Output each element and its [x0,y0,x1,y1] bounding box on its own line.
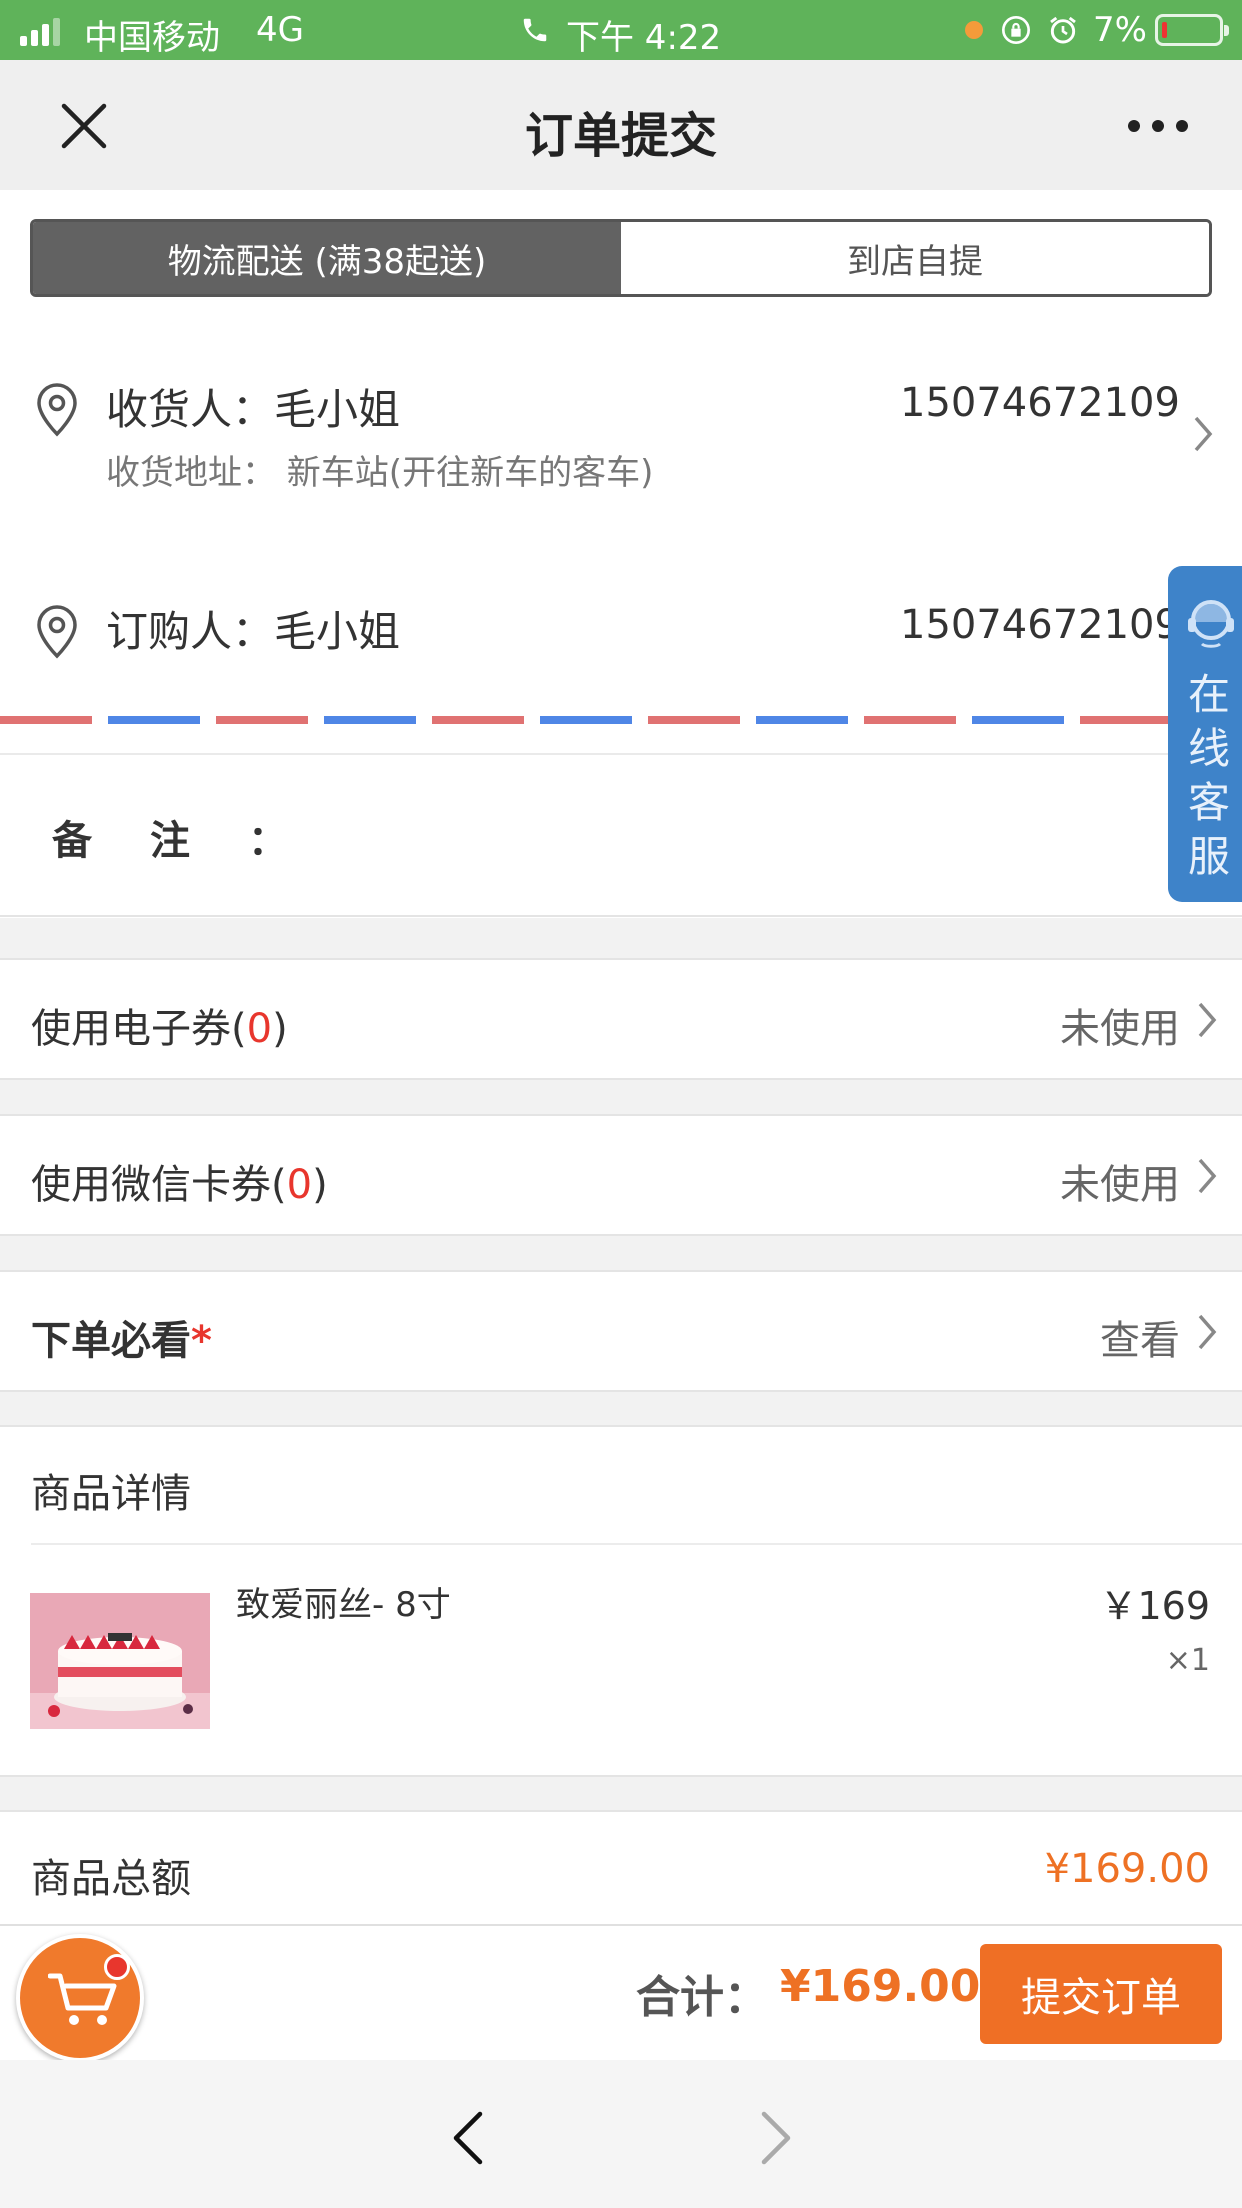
phone-call-icon [520,14,550,54]
cart-button[interactable] [16,1934,144,2062]
must-read-row[interactable]: 下单必看* 查看 [0,1270,1242,1392]
location-pin-icon [34,382,80,438]
battery-percent: 7% [1093,10,1147,50]
e-coupon-count: 0 [246,1006,273,1052]
cart-icon [48,1973,117,2025]
e-coupon-label: 使用电子券(0) [31,1006,288,1052]
subtotal-label: 商品总额 [31,1856,191,1902]
receiver-address[interactable]: 收货地址： 新车站(开往新车的客车) [106,445,653,494]
more-icon[interactable] [1128,120,1188,132]
divider [31,1543,1242,1545]
chevron-right-icon [1196,1000,1220,1040]
must-read-label: 下单必看* [31,1318,212,1364]
buyer-phone: 15074672109 [900,602,1180,648]
location-pin-icon [34,604,80,660]
rotation-lock-icon [1000,14,1032,55]
cart-badge [104,1954,130,1980]
status-bar: 中国移动 4G 下午 4:22 7% [0,0,1242,60]
product-quantity: ×1 [1165,1643,1210,1678]
page-title: 订单提交 [524,108,717,164]
network-type: 4G [256,10,304,50]
chevron-right-icon [1196,1312,1220,1352]
e-coupon-status: 未使用 [1060,1006,1180,1052]
required-mark: * [191,1318,212,1364]
wechat-card-row[interactable]: 使用微信卡券(0) 未使用 [0,1114,1242,1236]
delivery-method-toggle: 物流配送 (满38起送) 到店自提 [30,219,1212,297]
online-service-button[interactable]: 在线客服 [1168,566,1242,902]
product-thumbnail[interactable] [30,1593,210,1729]
envelope-border-divider [0,716,1242,724]
battery-icon [1155,14,1229,46]
product-price: ￥169 [1099,1584,1210,1628]
total-label: 合计： [636,1972,768,2023]
must-read-view-link: 查看 [1100,1318,1180,1364]
divider [0,915,1242,917]
clock-time: 下午 4:22 [566,18,722,58]
product-name[interactable]: 致爱丽丝- 8寸 [236,1577,451,1626]
subtotal-amount: ¥169.00 [1044,1846,1210,1892]
total-amount: ¥169.00 [780,1961,981,2012]
wechat-card-label: 使用微信卡券(0) [31,1162,328,1208]
alarm-icon [1047,14,1079,55]
online-service-label: 在线客服 [1187,670,1230,881]
carrier-name: 中国移动 [84,18,220,58]
product-details-heading: 商品详情 [31,1471,191,1517]
recording-dot-icon [965,21,983,39]
receiver-phone: 15074672109 [900,380,1180,426]
product-details-section: 商品详情 致爱丽丝- 8寸 ￥169 ×1 [0,1425,1242,1777]
browser-nav-bar [0,2060,1242,2208]
forward-arrow-icon[interactable] [758,2110,794,2170]
back-arrow-icon[interactable] [450,2110,486,2170]
tab-store-pickup[interactable]: 到店自提 [621,222,1209,294]
signal-icon [20,18,60,46]
wechat-card-count: 0 [286,1162,313,1208]
subtotal-row: 商品总额 ¥169.00 [0,1810,1242,1924]
e-coupon-row[interactable]: 使用电子券(0) 未使用 [0,958,1242,1080]
chevron-right-icon[interactable] [1192,414,1216,454]
buyer-name: 订购人：毛小姐 [106,607,401,656]
submit-order-button[interactable]: 提交订单 [980,1944,1222,2044]
wechat-card-status: 未使用 [1060,1162,1180,1208]
chevron-right-icon [1196,1156,1220,1196]
headset-icon [1182,594,1240,652]
divider [0,753,1242,755]
nav-bar: 订单提交 [0,60,1242,190]
tab-logistics-delivery[interactable]: 物流配送 (满38起送) [33,222,621,294]
remark-label[interactable]: 备注： [52,808,346,866]
receiver-name[interactable]: 收货人：毛小姐 [106,376,400,437]
